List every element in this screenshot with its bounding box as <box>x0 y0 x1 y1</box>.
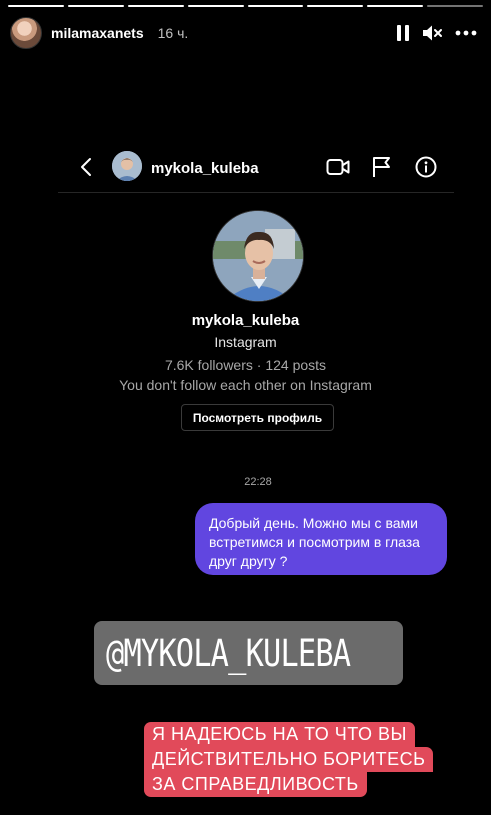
caption-line: ДЕЙСТВИТЕЛЬНО БОРИТЕСЬ <box>144 747 434 772</box>
back-icon[interactable] <box>80 157 92 182</box>
mention-sticker-text: @MYKOLA_KULEBA <box>106 631 351 675</box>
caption-text: Я НАДЕЮСЬ НА ТО ЧТО ВЫ ДЕЙСТВИТЕЛЬНО БОР… <box>144 722 434 797</box>
progress-segment <box>307 5 364 7</box>
flag-icon[interactable] <box>372 156 392 183</box>
progress-segment <box>67 5 124 7</box>
profile-follow-note: You don't follow each other on Instagram <box>119 377 372 393</box>
story-controls <box>397 24 477 42</box>
dm-user-avatar[interactable] <box>112 151 142 181</box>
more-icon[interactable] <box>455 30 477 36</box>
message-timestamp: 22:28 <box>244 476 272 488</box>
sent-message-bubble[interactable]: Добрый день. Можно мы с вами встретимся … <box>195 503 447 575</box>
mention-sticker[interactable]: @MYKOLA_KULEBA <box>94 621 403 685</box>
info-icon[interactable] <box>415 156 437 183</box>
video-call-icon[interactable] <box>326 157 350 182</box>
profile-stats: 7.6K followers · 124 posts <box>164 357 327 373</box>
mute-icon[interactable] <box>421 24 443 42</box>
progress-segment-current <box>427 5 483 7</box>
progress-segment <box>127 5 184 7</box>
profile-platform: Instagram <box>214 334 277 350</box>
story-author-avatar[interactable] <box>10 17 42 49</box>
profile-avatar[interactable] <box>212 210 304 302</box>
story-author-username[interactable]: milamaxanets <box>51 25 144 41</box>
story-timestamp: 16 ч. <box>157 25 189 41</box>
progress-segment <box>187 5 244 7</box>
view-profile-button[interactable]: Посмотреть профиль <box>181 404 334 431</box>
story-progress-bar <box>8 5 483 7</box>
progress-segment <box>8 5 64 7</box>
profile-username: mykola_kuleba <box>191 312 300 329</box>
pause-icon[interactable] <box>397 25 409 41</box>
dm-header-username[interactable]: mykola_kuleba <box>151 160 259 177</box>
progress-segment <box>367 5 424 7</box>
progress-segment <box>247 5 304 7</box>
caption-line: ЗА СПРАВЕДЛИВОСТЬ <box>144 772 367 797</box>
dm-header: mykola_kuleba <box>58 143 454 193</box>
story-header: milamaxanets 16 ч. <box>10 16 477 50</box>
caption-line: Я НАДЕЮСЬ НА ТО ЧТО ВЫ <box>144 722 415 747</box>
